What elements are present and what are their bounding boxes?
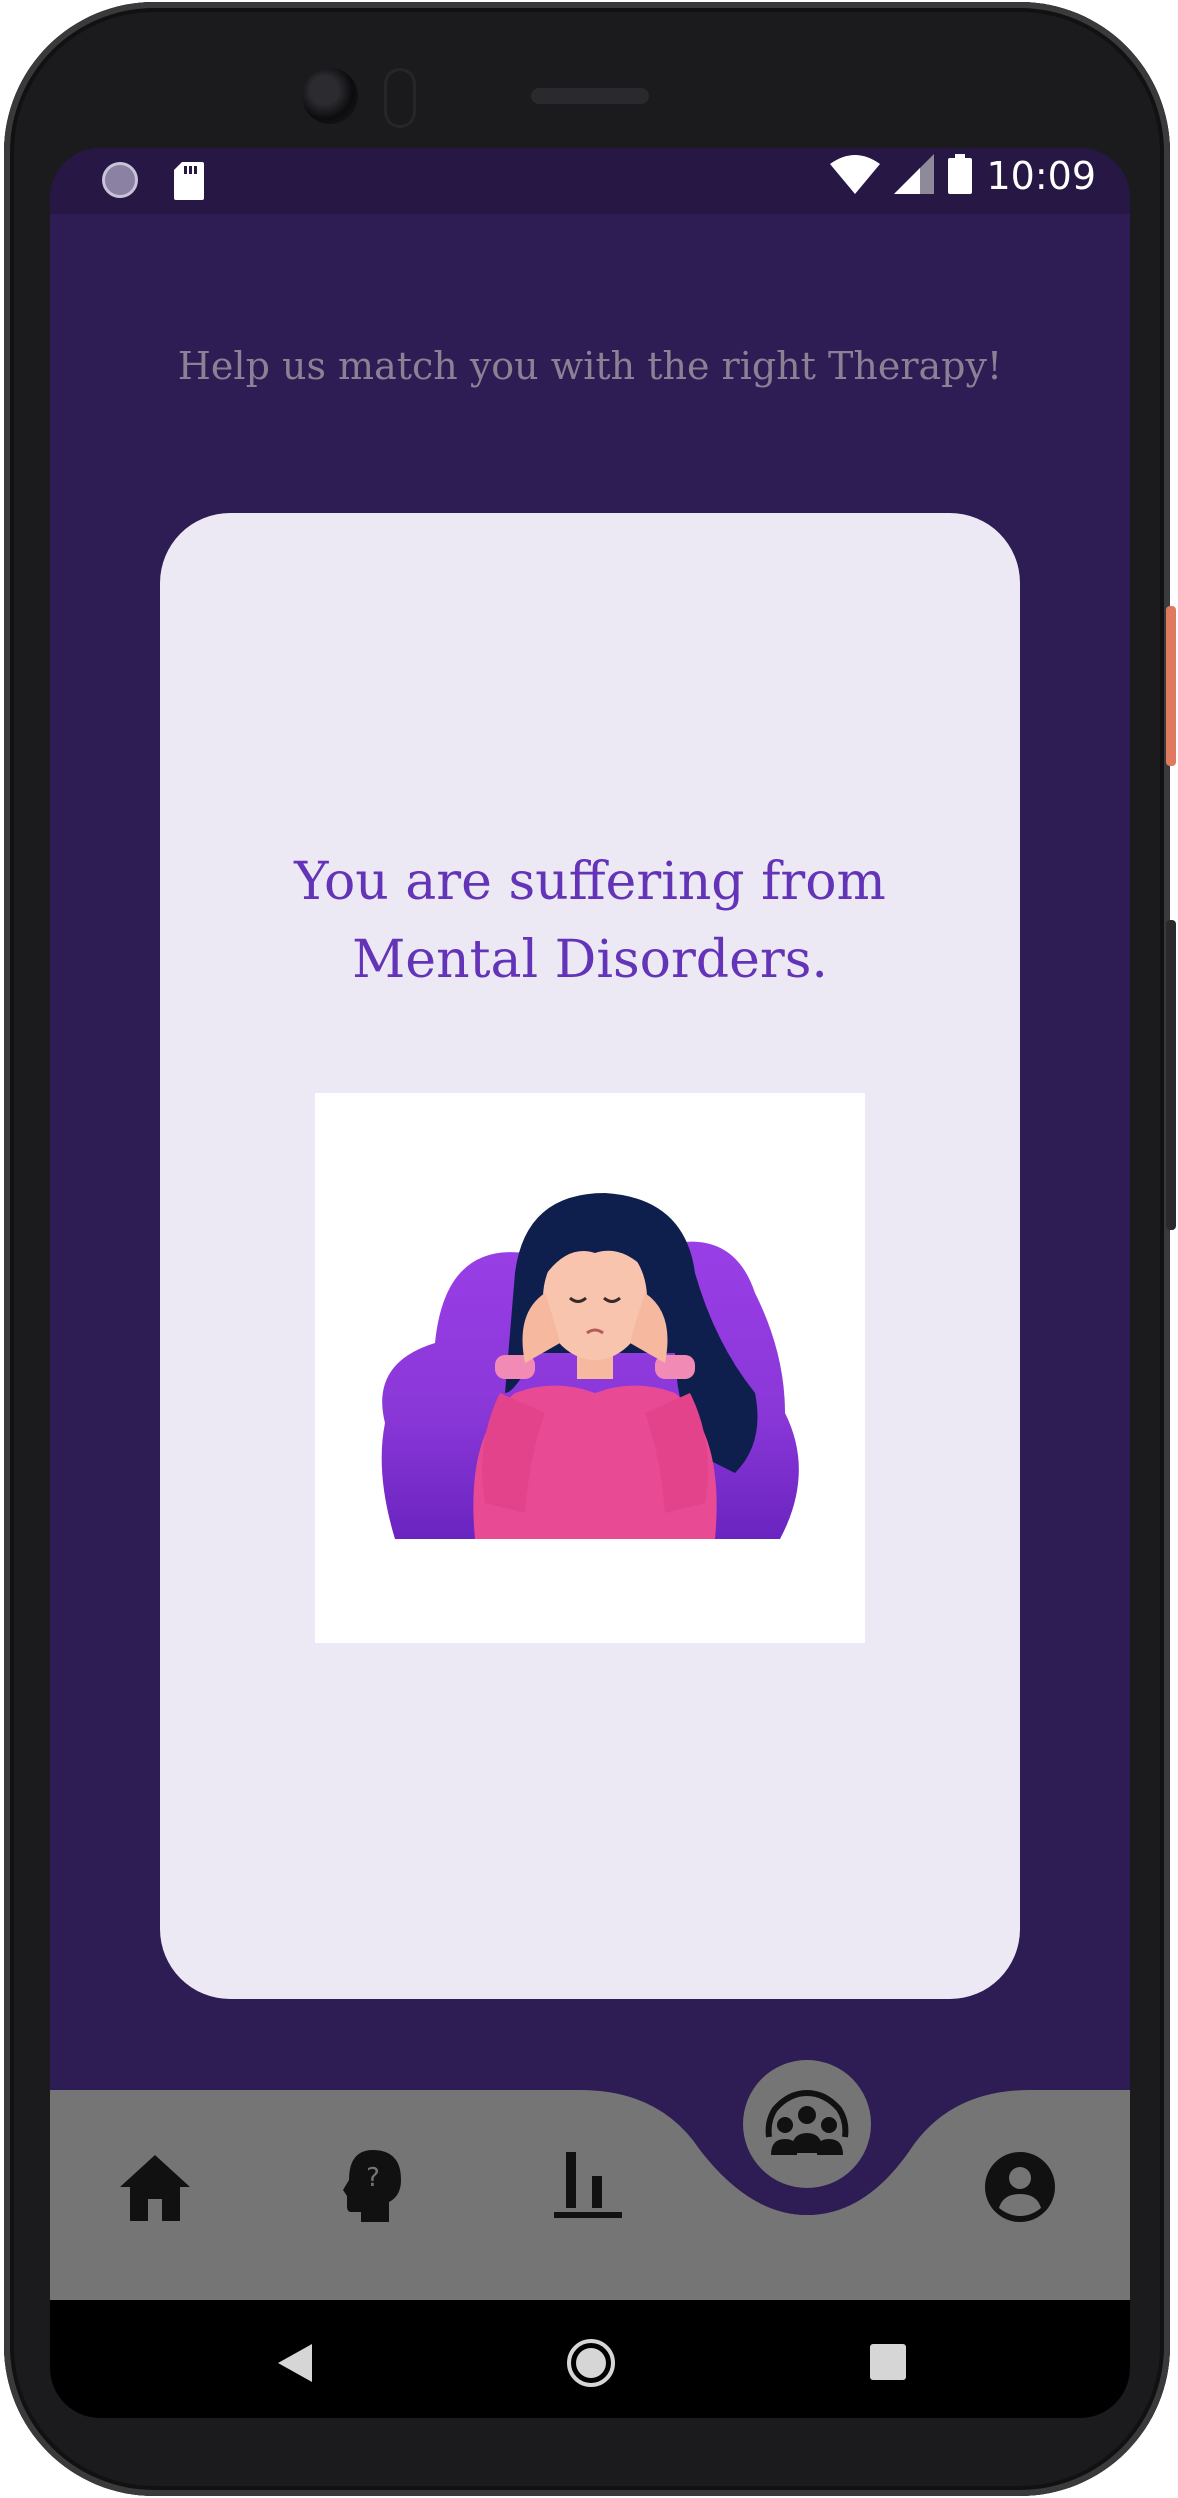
home-circle-icon[interactable] [566,2338,616,2392]
woman-headache-illustration [315,1093,865,1643]
back-icon[interactable] [278,2344,312,2386]
result-title: You are suffering from Mental Disorders. [160,843,1020,999]
status-time: 10:09 [986,154,1096,198]
volume-button [1166,920,1176,1230]
earpiece-speaker [531,88,649,104]
svg-text:?: ? [366,2163,380,2193]
nav-assessment-button[interactable]: ? [338,2148,408,2224]
recents-icon[interactable] [870,2344,906,2384]
sd-card-icon [174,162,204,204]
nav-stats-button[interactable] [552,2144,624,2224]
result-card: You are suffering from Mental Disorders. [160,513,1020,1999]
circle-status-icon [102,162,138,198]
status-right-group: 10:09 [830,154,1096,198]
screen: 10:09 Help us match you with the right T… [50,148,1130,2418]
power-button [1166,606,1176,766]
front-camera [302,68,358,124]
battery-icon [948,154,973,198]
wifi-icon [830,154,881,198]
page-subtitle: Help us match you with the right Therapy… [177,344,1003,388]
profile-icon [985,2152,1055,2222]
signal-icon [894,154,935,198]
head-question-icon: ? [343,2150,401,2222]
proximity-sensor [384,68,416,128]
group-icon [765,2090,849,2155]
result-title-line1: You are suffering from [294,852,886,912]
nav-therapy-groups-button[interactable] [743,2060,871,2188]
status-bar: 10:09 [50,148,1130,214]
phone-frame: 10:09 Help us match you with the right T… [4,2,1170,2496]
home-icon [120,2155,190,2221]
system-navigation-bar [50,2300,1130,2418]
bar-chart-icon [554,2152,622,2218]
nav-home-button[interactable] [120,2153,190,2223]
result-title-line2: Mental Disorders. [352,930,828,990]
nav-profile-button[interactable] [984,2151,1056,2223]
